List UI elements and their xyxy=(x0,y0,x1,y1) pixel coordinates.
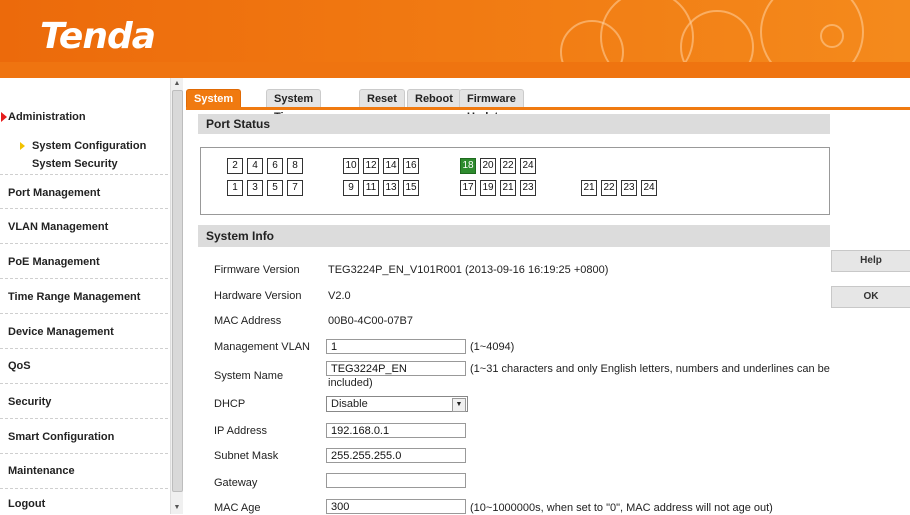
sidebar-scrollbar[interactable]: ▲ ▼ xyxy=(170,78,183,514)
sidebar-item-device-management[interactable]: Device Management xyxy=(0,314,168,349)
system-info-header: System Info xyxy=(198,225,830,247)
firmware-version-value: TEG3224P_EN_V101R001 (2013-09-16 16:19:2… xyxy=(328,264,609,276)
tenda-logo: Tenda xyxy=(40,16,156,57)
port-1[interactable]: 1 xyxy=(227,180,243,196)
sidebar-item-poe-management[interactable]: PoE Management xyxy=(0,244,168,279)
sidebar-item-label: Administration xyxy=(8,111,86,123)
mac-address-value: 00B0-4C00-07B7 xyxy=(328,315,414,327)
subnet-mask-label: Subnet Mask xyxy=(214,450,279,462)
sidebar-item-label: Port Management xyxy=(8,187,101,199)
sidebar-item-label: Logout xyxy=(8,498,46,510)
ok-button[interactable]: OK xyxy=(831,286,910,308)
ip-address-label: IP Address xyxy=(214,425,267,437)
sidebar-item-label: Maintenance xyxy=(8,465,75,477)
sfp-port-23[interactable]: 23 xyxy=(621,180,637,196)
mac-age-hint: (10~1000000s, when set to "0", MAC addre… xyxy=(470,502,773,514)
port-3[interactable]: 3 xyxy=(247,180,263,196)
port-status-panel: 2 4 6 8 10 12 14 16 18 20 22 24 1 3 5 7 9 11 13 15 17 19 21 23… xyxy=(200,147,830,215)
dhcp-select[interactable]: Disable ▼ xyxy=(326,396,468,412)
management-vlan-input[interactable]: 1 xyxy=(326,339,466,354)
port-9[interactable]: 9 xyxy=(343,180,359,196)
sidebar-item-logout[interactable]: Logout xyxy=(0,489,168,513)
help-button[interactable]: Help xyxy=(831,250,910,272)
sidebar-subitem-system-configuration[interactable]: System Configuration xyxy=(32,140,146,152)
sidebar-item-label: Time Range Management xyxy=(8,291,141,303)
sidebar-item-administration[interactable]: Administration xyxy=(0,108,168,134)
tab-system-info[interactable]: System Info xyxy=(186,89,242,123)
header-banner: Tenda xyxy=(0,0,910,78)
mac-address-label: MAC Address xyxy=(214,315,282,327)
port-13[interactable]: 13 xyxy=(383,180,399,196)
hardware-version-label: Hardware Version xyxy=(214,290,302,302)
sfp-port-21[interactable]: 21 xyxy=(581,180,597,196)
scroll-up-icon[interactable]: ▲ xyxy=(171,78,183,90)
mac-age-label: MAC Age xyxy=(214,502,261,514)
tab-firmware-update[interactable]: Firmware Update xyxy=(459,89,524,123)
scroll-thumb[interactable] xyxy=(172,90,183,492)
sidebar-subitem-system-security[interactable]: System Security xyxy=(32,158,118,170)
port-16[interactable]: 16 xyxy=(403,158,419,174)
port-12[interactable]: 12 xyxy=(363,158,379,174)
dhcp-label: DHCP xyxy=(214,398,246,410)
port-6[interactable]: 6 xyxy=(267,158,283,174)
sidebar-item-time-range-management[interactable]: Time Range Management xyxy=(0,279,168,314)
sidebar-item-smart-configuration[interactable]: Smart Configuration xyxy=(0,419,168,454)
sidebar-item-label: Smart Configuration xyxy=(8,431,115,443)
sidebar-item-vlan-management[interactable]: VLAN Management xyxy=(0,209,168,244)
port-24[interactable]: 24 xyxy=(520,158,536,174)
sfp-port-24[interactable]: 24 xyxy=(641,180,657,196)
sidebar-item-qos[interactable]: QoS xyxy=(0,349,168,384)
gateway-label: Gateway xyxy=(214,477,258,489)
header-strip xyxy=(0,62,910,78)
sidebar-item-label: Security xyxy=(8,396,52,408)
port-status-header: Port Status xyxy=(198,114,830,134)
port-14[interactable]: 14 xyxy=(383,158,399,174)
sidebar-item-label: QoS xyxy=(8,360,31,372)
dhcp-select-value: Disable xyxy=(331,398,368,410)
tab-underline xyxy=(186,107,910,110)
port-4[interactable]: 4 xyxy=(247,158,263,174)
tab-reboot[interactable]: Reboot xyxy=(407,89,461,108)
hardware-version-value: V2.0 xyxy=(328,290,351,302)
subnet-mask-input[interactable]: 255.255.255.0 xyxy=(326,448,466,463)
management-vlan-label: Management VLAN xyxy=(214,341,310,353)
port-5[interactable]: 5 xyxy=(267,180,283,196)
tab-reset[interactable]: Reset xyxy=(359,89,405,108)
sidebar-item-label: PoE Management xyxy=(8,256,100,268)
chevron-down-icon[interactable]: ▼ xyxy=(452,398,466,412)
port-18[interactable]: 18 xyxy=(460,158,476,174)
gateway-input[interactable] xyxy=(326,473,466,488)
sidebar-item-port-management[interactable]: Port Management xyxy=(0,174,168,209)
sidebar-item-label: Device Management xyxy=(8,326,114,338)
system-name-label: System Name xyxy=(214,370,284,382)
port-7[interactable]: 7 xyxy=(287,180,303,196)
port-8[interactable]: 8 xyxy=(287,158,303,174)
sidebar-item-maintenance[interactable]: Maintenance xyxy=(0,454,168,489)
port-11[interactable]: 11 xyxy=(363,180,379,196)
port-15[interactable]: 15 xyxy=(403,180,419,196)
port-10[interactable]: 10 xyxy=(343,158,359,174)
system-name-hint: (1~31 characters and only English letter… xyxy=(470,363,830,375)
sidebar: Administration System Configuration Syst… xyxy=(0,78,168,514)
mac-age-input[interactable]: 300 xyxy=(326,499,466,514)
tab-system-time[interactable]: System Time xyxy=(266,89,322,123)
port-19[interactable]: 19 xyxy=(480,180,496,196)
system-name-input[interactable]: TEG3224P_EN xyxy=(326,361,466,376)
port-20[interactable]: 20 xyxy=(480,158,496,174)
port-23[interactable]: 23 xyxy=(520,180,536,196)
firmware-version-label: Firmware Version xyxy=(214,264,300,276)
sidebar-item-label: VLAN Management xyxy=(8,221,109,233)
ip-address-input[interactable]: 192.168.0.1 xyxy=(326,423,466,438)
port-2[interactable]: 2 xyxy=(227,158,243,174)
port-22[interactable]: 22 xyxy=(500,158,516,174)
sfp-port-22[interactable]: 22 xyxy=(601,180,617,196)
port-21[interactable]: 21 xyxy=(500,180,516,196)
sidebar-item-security[interactable]: Security xyxy=(0,384,168,419)
system-name-hint-cont: included) xyxy=(328,377,373,389)
active-sub-arrow-icon xyxy=(20,142,25,150)
scroll-down-icon[interactable]: ▼ xyxy=(171,502,183,514)
port-17[interactable]: 17 xyxy=(460,180,476,196)
decor-bubble xyxy=(820,24,844,48)
management-vlan-hint: (1~4094) xyxy=(470,341,515,353)
